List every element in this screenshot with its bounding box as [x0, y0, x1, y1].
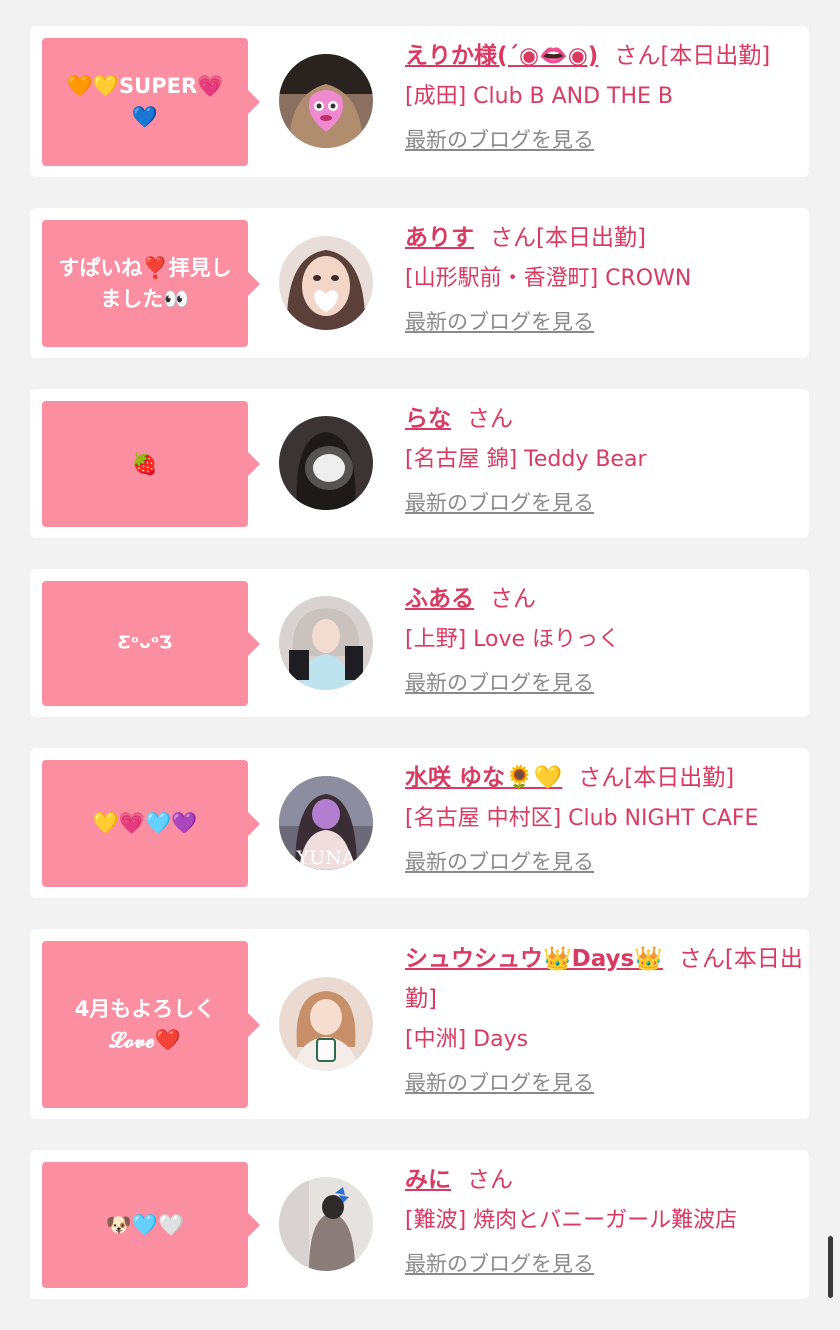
- comment-text: 🧡💛SUPER💗💙: [66, 74, 224, 129]
- shop-name: [山形駅前・香澄町] CROWN: [405, 266, 692, 291]
- girl-name-link[interactable]: ありす: [405, 225, 474, 251]
- name-suffix: さん: [467, 1167, 513, 1193]
- avatar[interactable]: [279, 596, 373, 690]
- latest-blog-link[interactable]: 最新のブログを見る: [405, 299, 805, 345]
- list-item: 4月もよろしく 𝓛𝓸𝓿𝓮❤️ シュウシュウ👑Days👑 さん[本日出勤] [中洲]…: [30, 929, 809, 1119]
- shop-name: [成田] Club B AND THE B: [405, 84, 674, 109]
- comment-bubble: 🧡💛SUPER💗💙: [42, 38, 260, 166]
- item-info: らな さん [名古屋 錦] Teddy Bear 最新のブログを見る: [405, 399, 805, 526]
- item-info: ふある さん [上野] Love ほりっく 最新のブログを見る: [405, 579, 805, 706]
- item-info: えりか様(´◉👄◉) さん[本日出勤] [成田] Club B AND THE B…: [405, 36, 805, 163]
- comment-bubble: 🐶🩵🤍: [42, 1162, 260, 1288]
- avatar[interactable]: [279, 236, 373, 330]
- item-info: シュウシュウ👑Days👑 さん[本日出勤] [中洲] Days 最新のブログを見る: [405, 939, 805, 1106]
- avatar[interactable]: [279, 1177, 373, 1271]
- comment-text: すぱいね❣️拝見しました👀: [58, 255, 232, 311]
- list-item: 🐶🩵🤍 みに さん [難波] 焼肉とバニーガール難波店 最新のブログを見る: [30, 1150, 809, 1299]
- comment-bubble: 💛💗🩵💜: [42, 760, 260, 887]
- latest-blog-link[interactable]: 最新のブログを見る: [405, 1060, 805, 1106]
- girl-name-link[interactable]: シュウシュウ👑Days👑: [405, 946, 663, 972]
- comment-bubble: すぱいね❣️拝見しました👀: [42, 220, 260, 347]
- latest-blog-link[interactable]: 最新のブログを見る: [405, 839, 805, 885]
- latest-blog-link[interactable]: 最新のブログを見る: [405, 660, 805, 706]
- list-item: すぱいね❣️拝見しました👀 ありす さん[本日出勤] [山形駅前・香澄町] CRO…: [30, 208, 809, 358]
- latest-blog-link[interactable]: 最新のブログを見る: [405, 480, 805, 526]
- name-suffix: さん[本日出勤]: [490, 225, 646, 251]
- item-info: ありす さん[本日出勤] [山形駅前・香澄町] CROWN 最新のブログを見る: [405, 218, 805, 345]
- list-item: 🍓 らな さん [名古屋 錦] Teddy Bear 最新のブログを見る: [30, 389, 809, 538]
- girl-name-link[interactable]: らな: [405, 406, 451, 432]
- comment-text: 💛💗🩵💜: [92, 811, 198, 835]
- girl-name-link[interactable]: えりか様(´◉👄◉): [405, 43, 598, 69]
- scrollbar[interactable]: [828, 1236, 833, 1298]
- list-item: 💛💗🩵💜 YUNA 水咲 ゆな🌻💛 さん[本日出勤] [名古屋 中村区] Club…: [30, 748, 809, 898]
- list-item: 🧡💛SUPER💗💙 えりか様(´◉👄◉) さん[本日出勤] [成田] Club B…: [30, 26, 809, 177]
- comment-bubble: 🍓: [42, 401, 260, 527]
- name-suffix: さん[本日出勤]: [578, 765, 735, 791]
- avatar[interactable]: YUNA: [279, 776, 373, 870]
- list-item: ƸᵒᴗᵒƷ ふある さん [上野] Love ほりっく 最新のブログを見る: [30, 569, 809, 717]
- avatar-caption: YUNA: [296, 847, 356, 869]
- comment-bubble: ƸᵒᴗᵒƷ: [42, 581, 260, 706]
- item-info: みに さん [難波] 焼肉とバニーガール難波店 最新のブログを見る: [405, 1160, 805, 1287]
- comment-text: ƸᵒᴗᵒƷ: [117, 633, 173, 653]
- latest-blog-link[interactable]: 最新のブログを見る: [405, 1241, 805, 1287]
- girl-name-link[interactable]: ふある: [405, 586, 474, 612]
- comment-text: 🐶🩵🤍: [105, 1212, 185, 1237]
- girl-name-link[interactable]: 水咲 ゆな🌻💛: [405, 765, 562, 791]
- avatar[interactable]: [279, 977, 373, 1071]
- comment-bubble: 4月もよろしく 𝓛𝓸𝓿𝓮❤️: [42, 941, 260, 1108]
- shop-name: [難波] 焼肉とバニーガール難波店: [405, 1208, 738, 1233]
- name-suffix: さん[本日出勤]: [614, 43, 771, 69]
- avatar[interactable]: [279, 416, 373, 510]
- shop-name: [名古屋 錦] Teddy Bear: [405, 447, 647, 472]
- shop-name: [中洲] Days: [405, 1027, 529, 1052]
- name-suffix: さん: [490, 586, 536, 612]
- comment-text: 4月もよろしく 𝓛𝓸𝓿𝓮❤️: [74, 996, 216, 1052]
- latest-blog-link[interactable]: 最新のブログを見る: [405, 117, 805, 163]
- avatar[interactable]: [279, 54, 373, 148]
- name-suffix: さん: [467, 406, 513, 432]
- comment-text: 🍓: [131, 451, 159, 476]
- shop-name: [上野] Love ほりっく: [405, 627, 621, 652]
- girl-name-link[interactable]: みに: [405, 1167, 451, 1193]
- item-info: 水咲 ゆな🌻💛 さん[本日出勤] [名古屋 中村区] Club NIGHT CAF…: [405, 758, 805, 885]
- shop-name: [名古屋 中村区] Club NIGHT CAFE: [405, 806, 759, 831]
